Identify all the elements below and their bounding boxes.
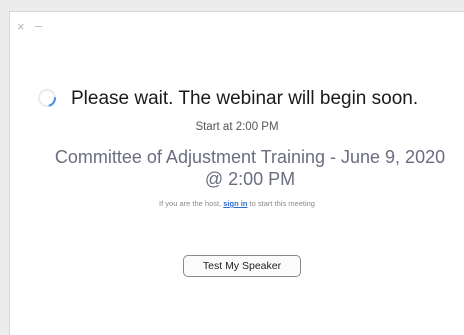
test-speaker-button[interactable]: Test My Speaker <box>183 255 301 277</box>
close-icon[interactable]: × <box>17 20 25 33</box>
host-sign-in-note: If you are the host, sign in to start th… <box>10 199 464 208</box>
start-time-label: Start at 2:00 PM <box>195 121 279 133</box>
title-bar: × – <box>10 12 464 40</box>
loading-spinner-icon <box>37 88 57 108</box>
sign-in-link[interactable]: sign in <box>223 199 247 208</box>
wait-status-row: Please wait. The webinar will begin soon… <box>10 88 464 112</box>
host-note-prefix: If you are the host, <box>159 199 222 208</box>
wait-message: Please wait. The webinar will begin soon… <box>71 88 419 109</box>
minimize-icon[interactable]: – <box>35 19 42 32</box>
webinar-title: Committee of Adjustment Training - June … <box>54 147 446 189</box>
host-note-suffix: to start this meeting <box>249 199 315 208</box>
webinar-waiting-window: × – Please wait. The webinar will begin … <box>9 11 464 335</box>
